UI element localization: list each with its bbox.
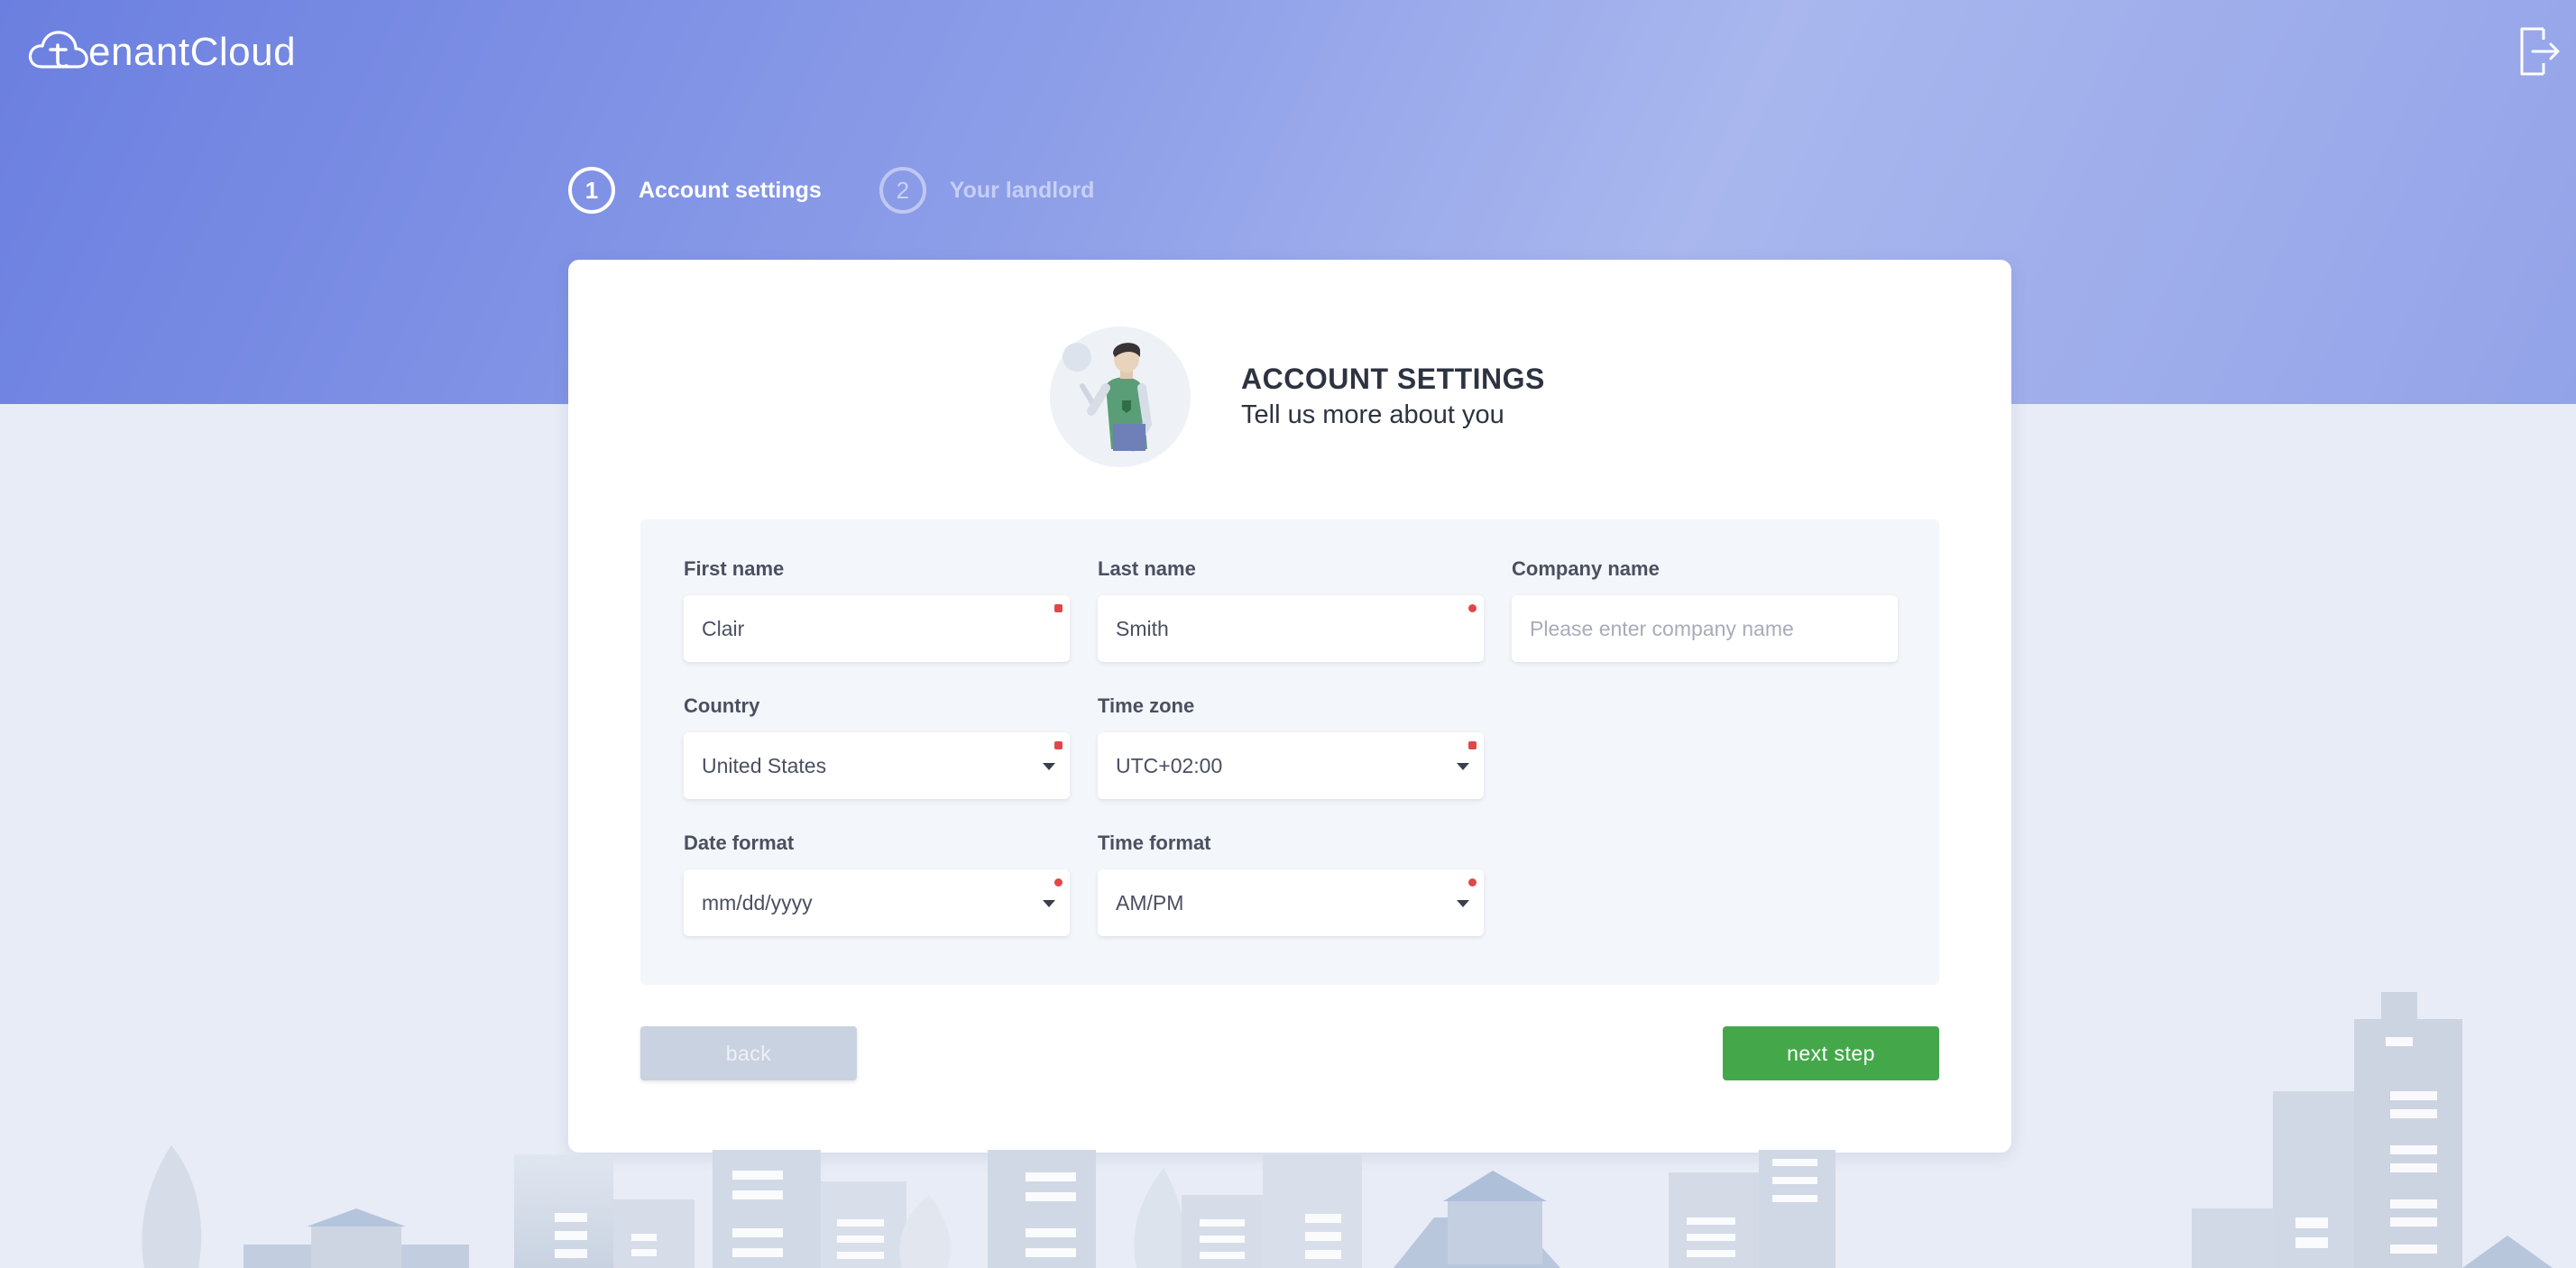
required-marker [1468,741,1477,749]
required-marker [1468,604,1477,612]
chevron-down-icon [1457,763,1469,770]
time-zone-value: UTC+02:00 [1116,753,1223,777]
date-format-group: Date format mm/dd/yyyy [684,830,1070,936]
brand-logo[interactable]: enantCloud [27,25,296,79]
chevron-down-icon [1043,763,1055,770]
step-your-landlord[interactable]: 2 Your landlord [879,167,1095,214]
time-zone-label: Time zone [1098,694,1195,717]
company-name-placeholder: Please enter company name [1530,616,1794,640]
required-marker [1054,878,1063,887]
page-subtitle: Tell us more about you [1241,400,1504,429]
date-format-select[interactable]: mm/dd/yyyy [684,869,1070,936]
country-value: United States [702,753,827,777]
brand-wordmark: enantCloud [88,30,297,74]
last-name-input[interactable]: Smith [1098,595,1484,662]
person-illustration [1050,326,1191,467]
company-name-input[interactable]: Please enter company name [1512,595,1898,662]
last-name-group: Last name Smith [1098,556,1484,662]
step-number: 1 [568,167,615,214]
required-marker [1468,878,1477,887]
step-label: Account settings [639,177,822,203]
required-marker [1054,604,1063,612]
date-format-label: Date format [684,832,795,854]
account-form: First name Clair Last name Smith Company… [640,519,1939,985]
first-name-value: Clair [702,616,745,640]
page-title: ACCOUNT SETTINGS [1241,363,1545,395]
city-skyline-illustration [142,992,2553,1268]
time-format-label: Time format [1098,832,1211,854]
last-name-label: Last name [1098,557,1196,580]
cloud-logo-icon [28,31,88,69]
step-account-settings[interactable]: 1 Account settings [568,167,822,214]
time-format-value: AM/PM [1116,890,1184,914]
first-name-input[interactable]: Clair [684,595,1070,662]
time-zone-select[interactable]: UTC+02:00 [1098,732,1484,799]
country-select[interactable]: United States [684,732,1070,799]
first-name-group: First name Clair [684,556,1070,662]
required-marker [1054,741,1063,749]
chevron-down-icon [1043,900,1055,907]
company-name-label: Company name [1512,557,1660,580]
country-group: Country United States [684,693,1070,799]
time-format-select[interactable]: AM/PM [1098,869,1484,936]
date-format-value: mm/dd/yyyy [702,890,813,914]
country-label: Country [684,694,760,717]
time-zone-group: Time zone UTC+02:00 [1098,693,1484,799]
first-name-label: First name [684,557,785,580]
stepper: 1 Account settings 2 Your landlord [568,162,1152,218]
chevron-down-icon [1457,900,1469,907]
company-name-group: Company name Please enter company name [1512,556,1898,662]
time-format-group: Time format AM/PM [1098,830,1484,936]
step-number: 2 [879,167,926,214]
logout-icon[interactable] [2516,25,2562,78]
last-name-value: Smith [1116,616,1169,640]
step-label: Your landlord [949,177,1095,203]
